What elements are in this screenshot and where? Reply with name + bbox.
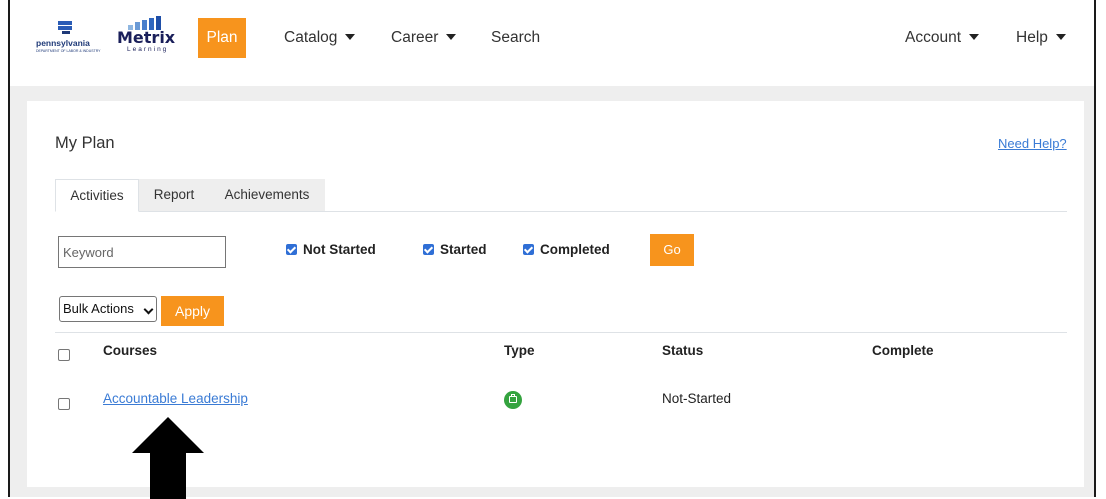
- nav-search[interactable]: Search: [491, 28, 540, 48]
- go-button[interactable]: Go: [650, 234, 694, 266]
- nav-career[interactable]: Career: [391, 28, 457, 48]
- pa-logo-word: pennsylvania: [36, 38, 90, 48]
- nav-plan[interactable]: Plan: [198, 18, 246, 58]
- metrix-logo-word: Metrix: [117, 28, 176, 47]
- filter-started-label: Started: [440, 242, 487, 257]
- column-header-courses: Courses: [103, 343, 158, 358]
- checkbox-checked-icon[interactable]: [523, 244, 534, 255]
- caret-down-icon: [1055, 33, 1066, 40]
- metrix-logo-subtitle: Learning: [127, 46, 169, 53]
- nav-account-label: Account: [905, 29, 962, 46]
- nav-catalog[interactable]: Catalog: [284, 28, 356, 48]
- metrix-logo[interactable]: Metrix Learning: [114, 16, 176, 54]
- row-checkbox[interactable]: [58, 398, 70, 410]
- nav-help[interactable]: Help: [1016, 28, 1066, 48]
- filter-completed-label: Completed: [540, 242, 610, 257]
- briefcase-body: [509, 396, 517, 403]
- keyword-input[interactable]: [58, 236, 226, 268]
- caret-down-icon: [345, 33, 356, 40]
- tab-report[interactable]: Report: [139, 179, 209, 211]
- tabs-divider: [55, 211, 1067, 212]
- checkbox-checked-icon[interactable]: [286, 244, 297, 255]
- need-help-link[interactable]: Need Help?: [998, 136, 1067, 151]
- up-arrow-annotation-icon: [132, 417, 204, 499]
- pennsylvania-logo[interactable]: pennsylvania DEPARTMENT OF LABOR & INDUS…: [36, 18, 101, 54]
- briefcase-icon: [504, 391, 522, 409]
- filter-not-started[interactable]: Not Started: [286, 242, 376, 258]
- tab-activities[interactable]: Activities: [55, 179, 139, 212]
- apply-button[interactable]: Apply: [161, 296, 224, 326]
- nav-account[interactable]: Account: [905, 28, 980, 48]
- pa-keystone-icon: [58, 21, 72, 34]
- nav-career-label: Career: [391, 29, 439, 46]
- checkbox-checked-icon[interactable]: [423, 244, 434, 255]
- course-link-accountable-leadership[interactable]: Accountable Leadership: [103, 391, 248, 406]
- tab-achievements[interactable]: Achievements: [209, 179, 325, 211]
- column-header-complete: Complete: [872, 343, 934, 358]
- bulk-actions-value: Bulk Actions: [63, 301, 134, 316]
- row-status: Not-Started: [662, 391, 732, 406]
- table-header-divider: [55, 332, 1067, 333]
- column-header-type: Type: [504, 343, 535, 358]
- nav-catalog-label: Catalog: [284, 29, 338, 46]
- bulk-actions-select[interactable]: Bulk Actions: [59, 296, 157, 322]
- caret-down-icon: [969, 33, 980, 40]
- filter-not-started-label: Not Started: [303, 242, 376, 257]
- filter-completed[interactable]: Completed: [523, 242, 610, 258]
- chevron-down-icon: [143, 304, 154, 315]
- column-header-status: Status: [662, 343, 704, 358]
- caret-down-icon: [446, 33, 457, 40]
- pa-logo-subtitle: DEPARTMENT OF LABOR & INDUSTRY: [36, 49, 101, 53]
- select-all-checkbox[interactable]: [58, 349, 70, 361]
- filter-started[interactable]: Started: [423, 242, 487, 258]
- page-title: My Plan: [55, 134, 115, 152]
- nav-help-label: Help: [1016, 29, 1048, 46]
